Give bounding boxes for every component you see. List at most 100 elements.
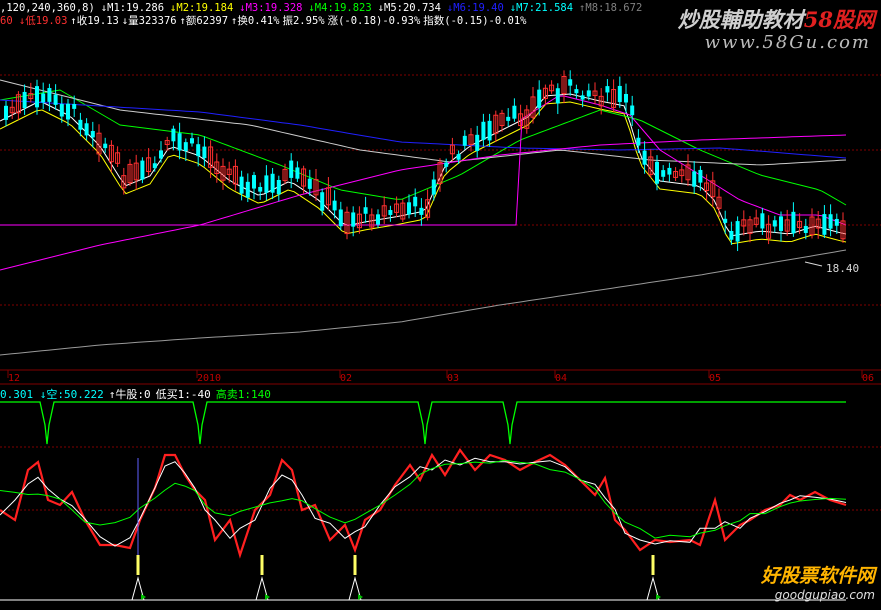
chart-canvas[interactable] (0, 0, 881, 606)
header-value: ↓M4:19.823 (308, 2, 372, 14)
candle-body-down (574, 89, 579, 94)
oscillator-panel (0, 448, 847, 559)
candle-body-down (568, 79, 573, 86)
header-value: ↓M5:20.734 (377, 2, 441, 14)
candle-body-down (475, 134, 480, 151)
time-axis-label: 12 (8, 373, 21, 384)
header-value: ↑换0.41% (231, 15, 280, 27)
time-axis-label: 05 (709, 373, 722, 384)
low-price-label: 18.40 (826, 262, 860, 275)
candle-body-down (332, 200, 337, 211)
candle-body-down (636, 137, 641, 146)
buy-signal-markers (0, 555, 846, 601)
grid-lines (0, 74, 881, 511)
candle-body-down (376, 214, 380, 225)
candle-body-down (512, 105, 517, 119)
candle-body-down (159, 150, 163, 159)
candle-body-down (351, 212, 356, 227)
ma-line-blue (0, 99, 847, 159)
indicator-value: ↑牛股:0 (108, 388, 151, 401)
time-axis-label: 2010 (197, 373, 222, 384)
header-value: ↑M8:18.672 (579, 2, 643, 14)
candle-body-down (822, 214, 827, 235)
candle-body-down (779, 216, 783, 232)
indicator-value: 低买1:-40 (155, 388, 211, 401)
candle-body-down (630, 105, 635, 116)
candle-body-down (431, 179, 436, 195)
candle-body-down (760, 213, 765, 229)
candle-body-down (295, 167, 300, 179)
candle-body-down (276, 180, 281, 195)
candle-body-down (252, 175, 256, 189)
candle-body-down (692, 171, 697, 187)
candle-body-down (791, 211, 796, 234)
candle-body-down (196, 144, 201, 157)
candle-body-down (245, 181, 250, 198)
candle-body-down (506, 116, 511, 121)
time-axis-label: 03 (447, 373, 460, 384)
candle-body-down (407, 202, 411, 215)
stock-chart-window[interactable]: ,120,240,360,8) ↓M1:19.286 ↓M2:19.184 ↓M3:1… (0, 0, 881, 606)
candle-body-down (537, 89, 542, 108)
candle-body-down (456, 154, 461, 160)
candle-body-down (258, 186, 263, 192)
ma-line-grey (0, 79, 847, 166)
header-value: ↓M6:19.40 (446, 2, 504, 14)
candle-body-down (444, 162, 449, 167)
candle-body-down (171, 128, 176, 142)
header-value: ↓M7:21.584 (509, 2, 574, 14)
header-value: ↑额62397 (179, 15, 229, 27)
candle-body-down (772, 220, 777, 227)
watermark-url: www.58Gu.com (704, 32, 871, 53)
candle-body-down (4, 105, 8, 120)
header-value: ↓M2:19.184 (170, 2, 234, 14)
candle-body-down (190, 138, 194, 144)
candle-body-down (140, 160, 145, 180)
candle-body-down (605, 86, 610, 93)
candle-body-down (555, 88, 560, 104)
candle-body-down (487, 120, 492, 141)
candle-body-down (667, 167, 672, 175)
candle-body-down (363, 207, 368, 214)
candle-body-down (698, 169, 703, 183)
candle-body-down (289, 160, 294, 178)
candle-body-down (202, 146, 207, 159)
candle-body-down (481, 121, 486, 140)
header-value: ,120,240,360,8) (0, 2, 95, 14)
candle-body-down (103, 143, 108, 149)
site-logo-name: 好股票软件网 (760, 565, 875, 587)
signal-line-panel (0, 401, 846, 445)
candle-body-down (53, 94, 58, 105)
header-value: 振2.95% (282, 15, 325, 27)
signal-line (0, 401, 846, 445)
header-value: 60 ↓低19.03 (0, 15, 68, 27)
candle-body-down (834, 218, 839, 226)
time-axis-label: 06 (862, 373, 875, 384)
candle-body-down (47, 88, 52, 102)
candle-body-down (41, 93, 46, 103)
candle-body-down (828, 214, 833, 229)
site-logo: 好股票软件网 goodgupiao.com (761, 561, 875, 602)
indicator-value: 高卖1:140 (215, 388, 271, 401)
candle-body-down (239, 176, 244, 194)
candle-body-down (661, 170, 666, 177)
candle-body-down (586, 90, 591, 97)
candle-body-down (642, 150, 647, 165)
candle-body-down (152, 163, 157, 169)
indicator-legend: 0.301 ↓空:50.222 ↑牛股:0 低买1:-40 高卖1:140 (0, 386, 276, 402)
candle-body-down (264, 175, 269, 193)
candle-body-down (729, 230, 734, 240)
watermark-title-red: 58股网 (803, 7, 875, 32)
candle-body-down (803, 225, 808, 233)
candle-body-down (59, 104, 64, 117)
candle-body-down (617, 85, 622, 103)
moving-average-lines (0, 79, 847, 356)
site-logo-url: goodgupiao.com (774, 588, 875, 602)
ma-line-long (0, 249, 847, 356)
candle-body-down (419, 207, 424, 215)
ma-values-line: ,120,240,360,8) ↓M1:19.286 ↓M2:19.184 ↓M3:1… (0, 2, 648, 15)
candle-body-down (72, 104, 77, 109)
candle-body-down (388, 210, 393, 215)
header-value: ↑收19.13 (70, 15, 119, 27)
candle-body-down (735, 221, 740, 242)
